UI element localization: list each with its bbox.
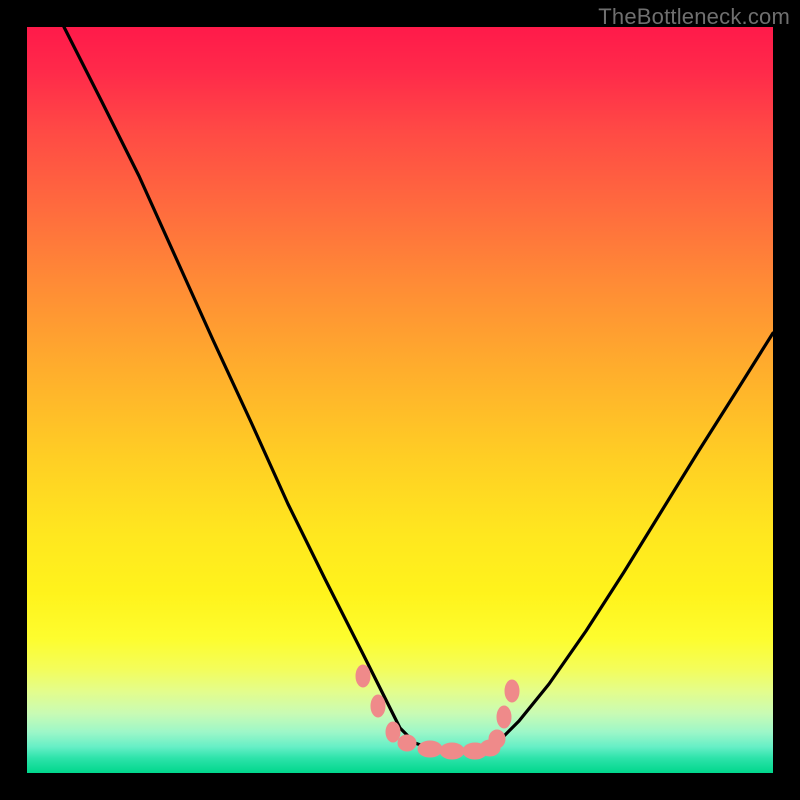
bottleneck-curve — [64, 27, 773, 751]
trough-markers — [356, 665, 519, 759]
bottleneck-curve-svg — [27, 27, 773, 773]
watermark-text: TheBottleneck.com — [598, 4, 790, 30]
plot-area — [27, 27, 773, 773]
outer-frame: TheBottleneck.com — [0, 0, 800, 800]
